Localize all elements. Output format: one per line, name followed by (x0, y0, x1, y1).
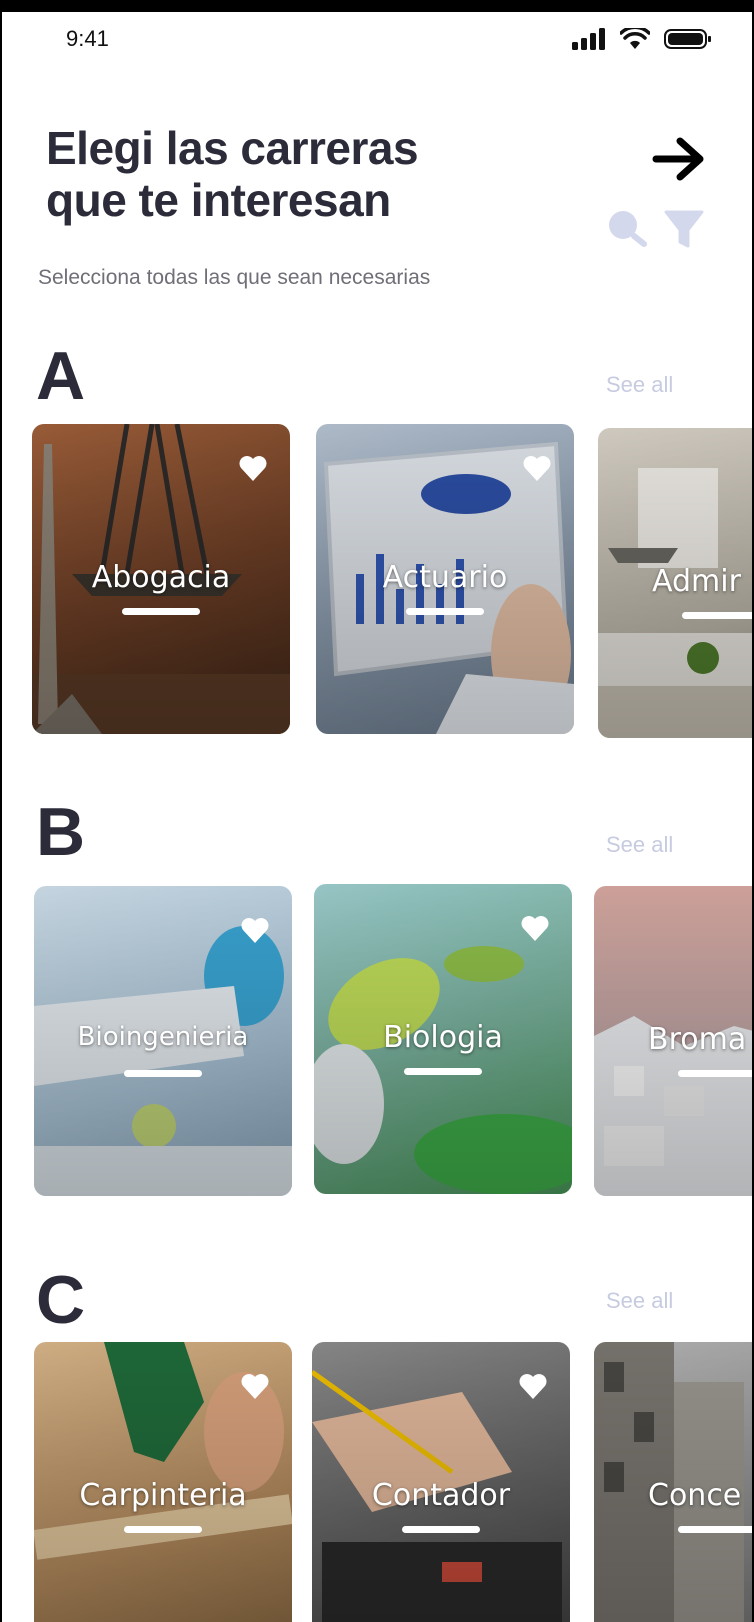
career-card-carpinteria[interactable]: Carpinteria (34, 1342, 292, 1622)
heart-icon (241, 918, 269, 943)
card-underline (124, 1526, 202, 1533)
card-label: Biologia (383, 1020, 503, 1055)
page-title: Elegi las carreras que te interesan (46, 122, 419, 226)
career-card-admin[interactable]: Admir (598, 428, 752, 738)
screen: 9:41 Elegi las carreras que te interesan (2, 12, 752, 1622)
card-underline (678, 1070, 752, 1077)
title-line-2: que te interesan (46, 174, 391, 226)
card-label: Actuario (382, 560, 508, 595)
card-underline (406, 608, 484, 615)
card-underline (122, 608, 200, 615)
card-underline (682, 612, 752, 619)
favorite-button[interactable] (238, 454, 268, 482)
see-all-c-link[interactable]: See all (606, 1288, 673, 1314)
card-label: Broma (648, 1022, 747, 1057)
career-card-biologia[interactable]: Biologia (314, 884, 572, 1194)
see-all-b-link[interactable]: See all (606, 832, 673, 858)
favorite-button[interactable] (240, 1372, 270, 1400)
career-card-bioingenieria[interactable]: Bioingenieria (34, 886, 292, 1196)
heart-icon (519, 1374, 547, 1399)
card-underline (402, 1526, 480, 1533)
filter-button[interactable] (662, 208, 706, 252)
career-card-contador[interactable]: Contador (312, 1342, 570, 1622)
career-card-abogacia[interactable]: Abogacia (32, 424, 290, 734)
section-letter-a: A (36, 338, 86, 414)
favorite-button[interactable] (520, 914, 550, 942)
card-label: Abogacia (91, 560, 231, 595)
search-button[interactable] (606, 208, 650, 252)
arrow-right-icon (652, 137, 704, 181)
heart-icon (521, 916, 549, 941)
heart-icon (239, 456, 267, 481)
career-card-conce[interactable]: Conce (594, 1342, 752, 1622)
card-underline (124, 1070, 202, 1077)
card-label: Bioingenieria (77, 1022, 249, 1052)
title-line-1: Elegi las carreras (46, 122, 419, 174)
card-underline (404, 1068, 482, 1075)
wifi-icon (620, 28, 650, 49)
card-label: Carpinteria (79, 1478, 247, 1513)
card-label: Conce (648, 1478, 742, 1513)
battery-icon (664, 29, 711, 49)
card-underline (678, 1526, 752, 1533)
career-card-broma[interactable]: Broma (594, 886, 752, 1196)
favorite-button[interactable] (240, 916, 270, 944)
section-letter-c: C (36, 1262, 86, 1338)
card-label: Contador (371, 1478, 511, 1513)
favorite-button[interactable] (522, 454, 552, 482)
page-subtitle: Selecciona todas las que sean necesarias (38, 266, 431, 289)
card-label: Admir (652, 564, 741, 599)
heart-icon (523, 456, 551, 481)
status-time: 9:41 (66, 26, 109, 51)
filter-icon (664, 210, 704, 248)
status-icons (572, 28, 712, 50)
search-icon (609, 211, 647, 247)
next-button[interactable] (650, 134, 710, 184)
signal-icon (572, 28, 605, 50)
see-all-a-link[interactable]: See all (606, 372, 673, 398)
section-letter-b: B (36, 794, 86, 870)
heart-icon (241, 1374, 269, 1399)
favorite-button[interactable] (518, 1372, 548, 1400)
career-card-actuario[interactable]: Actuario (316, 424, 574, 734)
